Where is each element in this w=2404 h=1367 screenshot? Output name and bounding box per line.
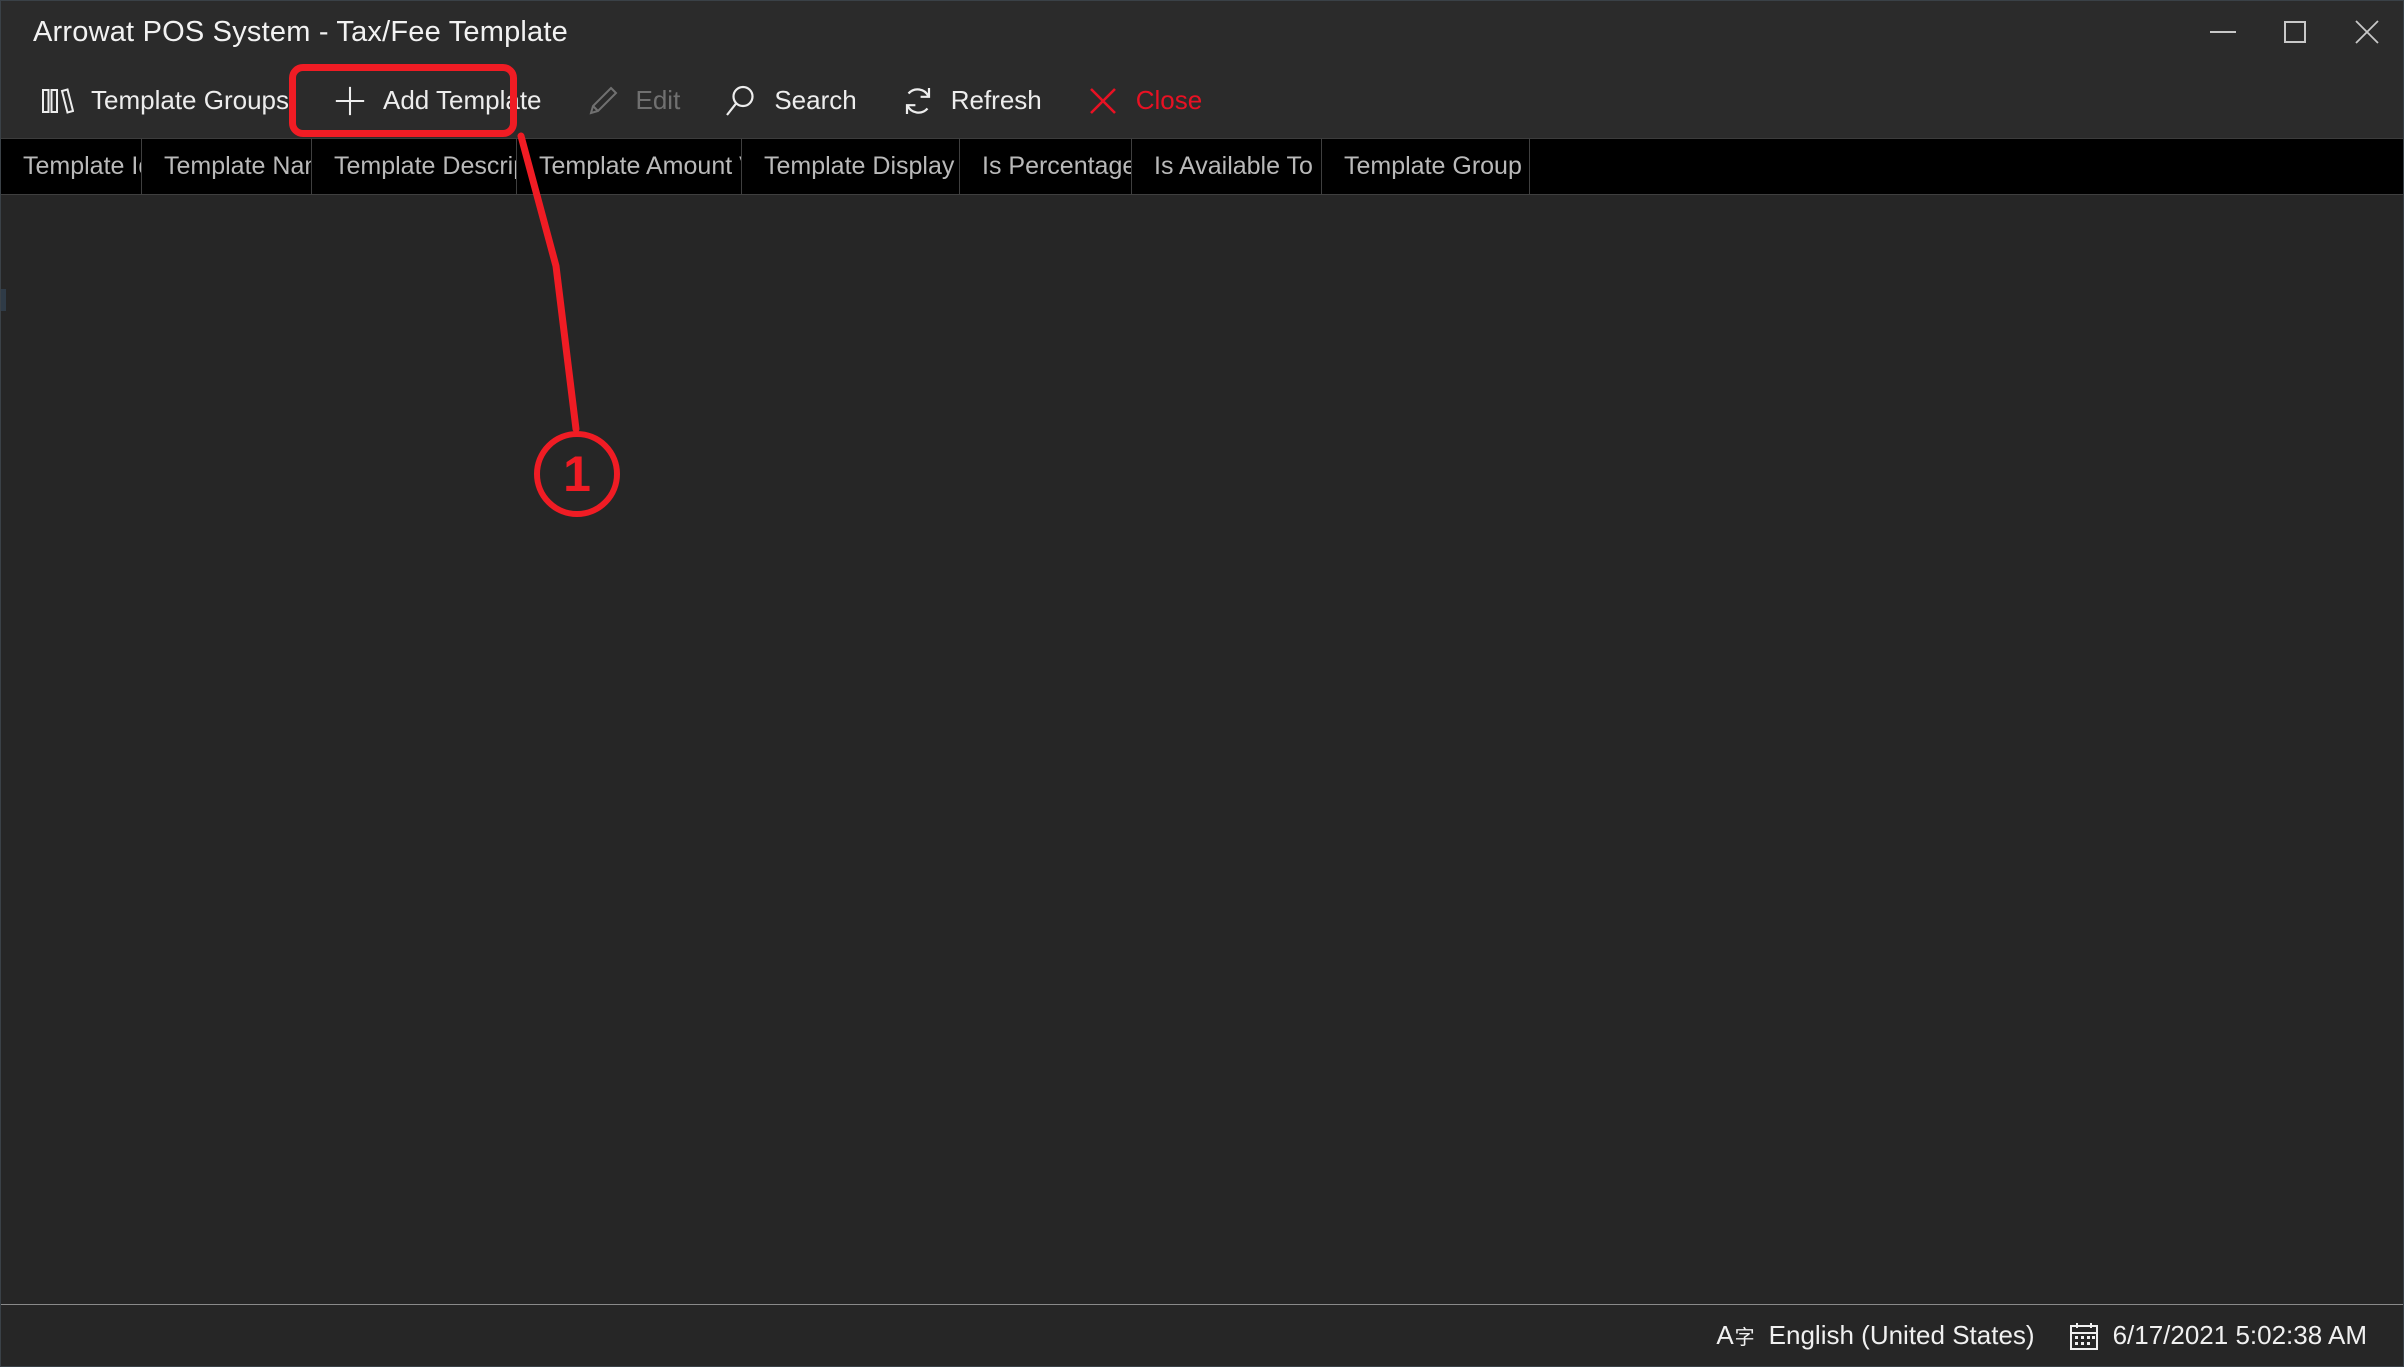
language-indicator[interactable]: A字 English (United States) bbox=[1716, 1320, 2034, 1351]
column-header-template-id[interactable]: Template Id bbox=[1, 139, 142, 194]
grid-header-row: Template Id Template Name Template Descr… bbox=[1, 139, 2403, 195]
template-groups-button[interactable]: Template Groups bbox=[19, 70, 311, 132]
title-bar: Arrowat POS System - Tax/Fee Template bbox=[1, 1, 2403, 63]
column-header-template-display-name[interactable]: Template Display Name bbox=[742, 139, 960, 194]
column-header-template-group-id[interactable]: Template Group Id bbox=[1322, 139, 1530, 194]
add-template-label: Add Template bbox=[382, 85, 542, 115]
x-icon bbox=[1086, 84, 1120, 118]
column-header-is-available-to-use[interactable]: Is Available To Use? bbox=[1132, 139, 1322, 194]
refresh-icon bbox=[901, 84, 935, 118]
refresh-label: Refresh bbox=[950, 85, 1042, 115]
app-window: Arrowat POS System - Tax/Fee Template Te… bbox=[0, 0, 2404, 1367]
close-label: Close bbox=[1135, 85, 1203, 115]
edit-button[interactable]: Edit bbox=[564, 70, 703, 132]
close-window-button[interactable] bbox=[2331, 1, 2403, 63]
calendar-icon bbox=[2069, 1321, 2099, 1351]
add-template-button[interactable]: Add Template bbox=[311, 70, 564, 132]
edit-label: Edit bbox=[635, 85, 681, 115]
datetime-label: 6/17/2021 5:02:38 AM bbox=[2112, 1320, 2367, 1350]
data-grid: Template Id Template Name Template Descr… bbox=[1, 139, 2403, 1304]
column-header-is-percentage[interactable]: Is Percentage? bbox=[960, 139, 1132, 194]
plus-icon bbox=[333, 84, 367, 118]
minimize-button[interactable] bbox=[2187, 1, 2259, 63]
column-header-template-amount-value[interactable]: Template Amount Value bbox=[517, 139, 742, 194]
template-groups-label: Template Groups bbox=[91, 85, 289, 115]
column-header-template-name[interactable]: Template Name bbox=[142, 139, 312, 194]
column-header-template-description[interactable]: Template Description bbox=[312, 139, 517, 194]
column-header-filler bbox=[1530, 139, 2403, 194]
refresh-button[interactable]: Refresh bbox=[879, 70, 1064, 132]
search-label: Search bbox=[774, 85, 857, 115]
maximize-icon bbox=[2284, 21, 2306, 43]
window-controls bbox=[2187, 1, 2403, 63]
status-bar: A字 English (United States) 6/17/2021 5:0… bbox=[1, 1304, 2403, 1366]
scroll-nub[interactable] bbox=[1, 289, 6, 311]
pencil-icon bbox=[586, 84, 620, 118]
search-button[interactable]: Search bbox=[702, 70, 878, 132]
window-title: Arrowat POS System - Tax/Fee Template bbox=[33, 15, 568, 48]
maximize-button[interactable] bbox=[2259, 1, 2331, 63]
datetime-indicator: 6/17/2021 5:02:38 AM bbox=[2069, 1320, 2367, 1351]
books-icon bbox=[41, 84, 75, 118]
annotation-step-badge: 1 bbox=[534, 431, 620, 517]
ime-language-icon: A字 bbox=[1716, 1319, 1755, 1350]
language-label: English (United States) bbox=[1768, 1320, 2035, 1350]
search-icon bbox=[724, 84, 758, 118]
close-icon bbox=[2354, 19, 2380, 45]
grid-rows-area[interactable] bbox=[1, 195, 2403, 1304]
toolbar: Template Groups Add Template Edit Search… bbox=[1, 63, 2403, 139]
minimize-icon bbox=[2210, 31, 2236, 33]
close-button[interactable]: Close bbox=[1064, 70, 1224, 132]
